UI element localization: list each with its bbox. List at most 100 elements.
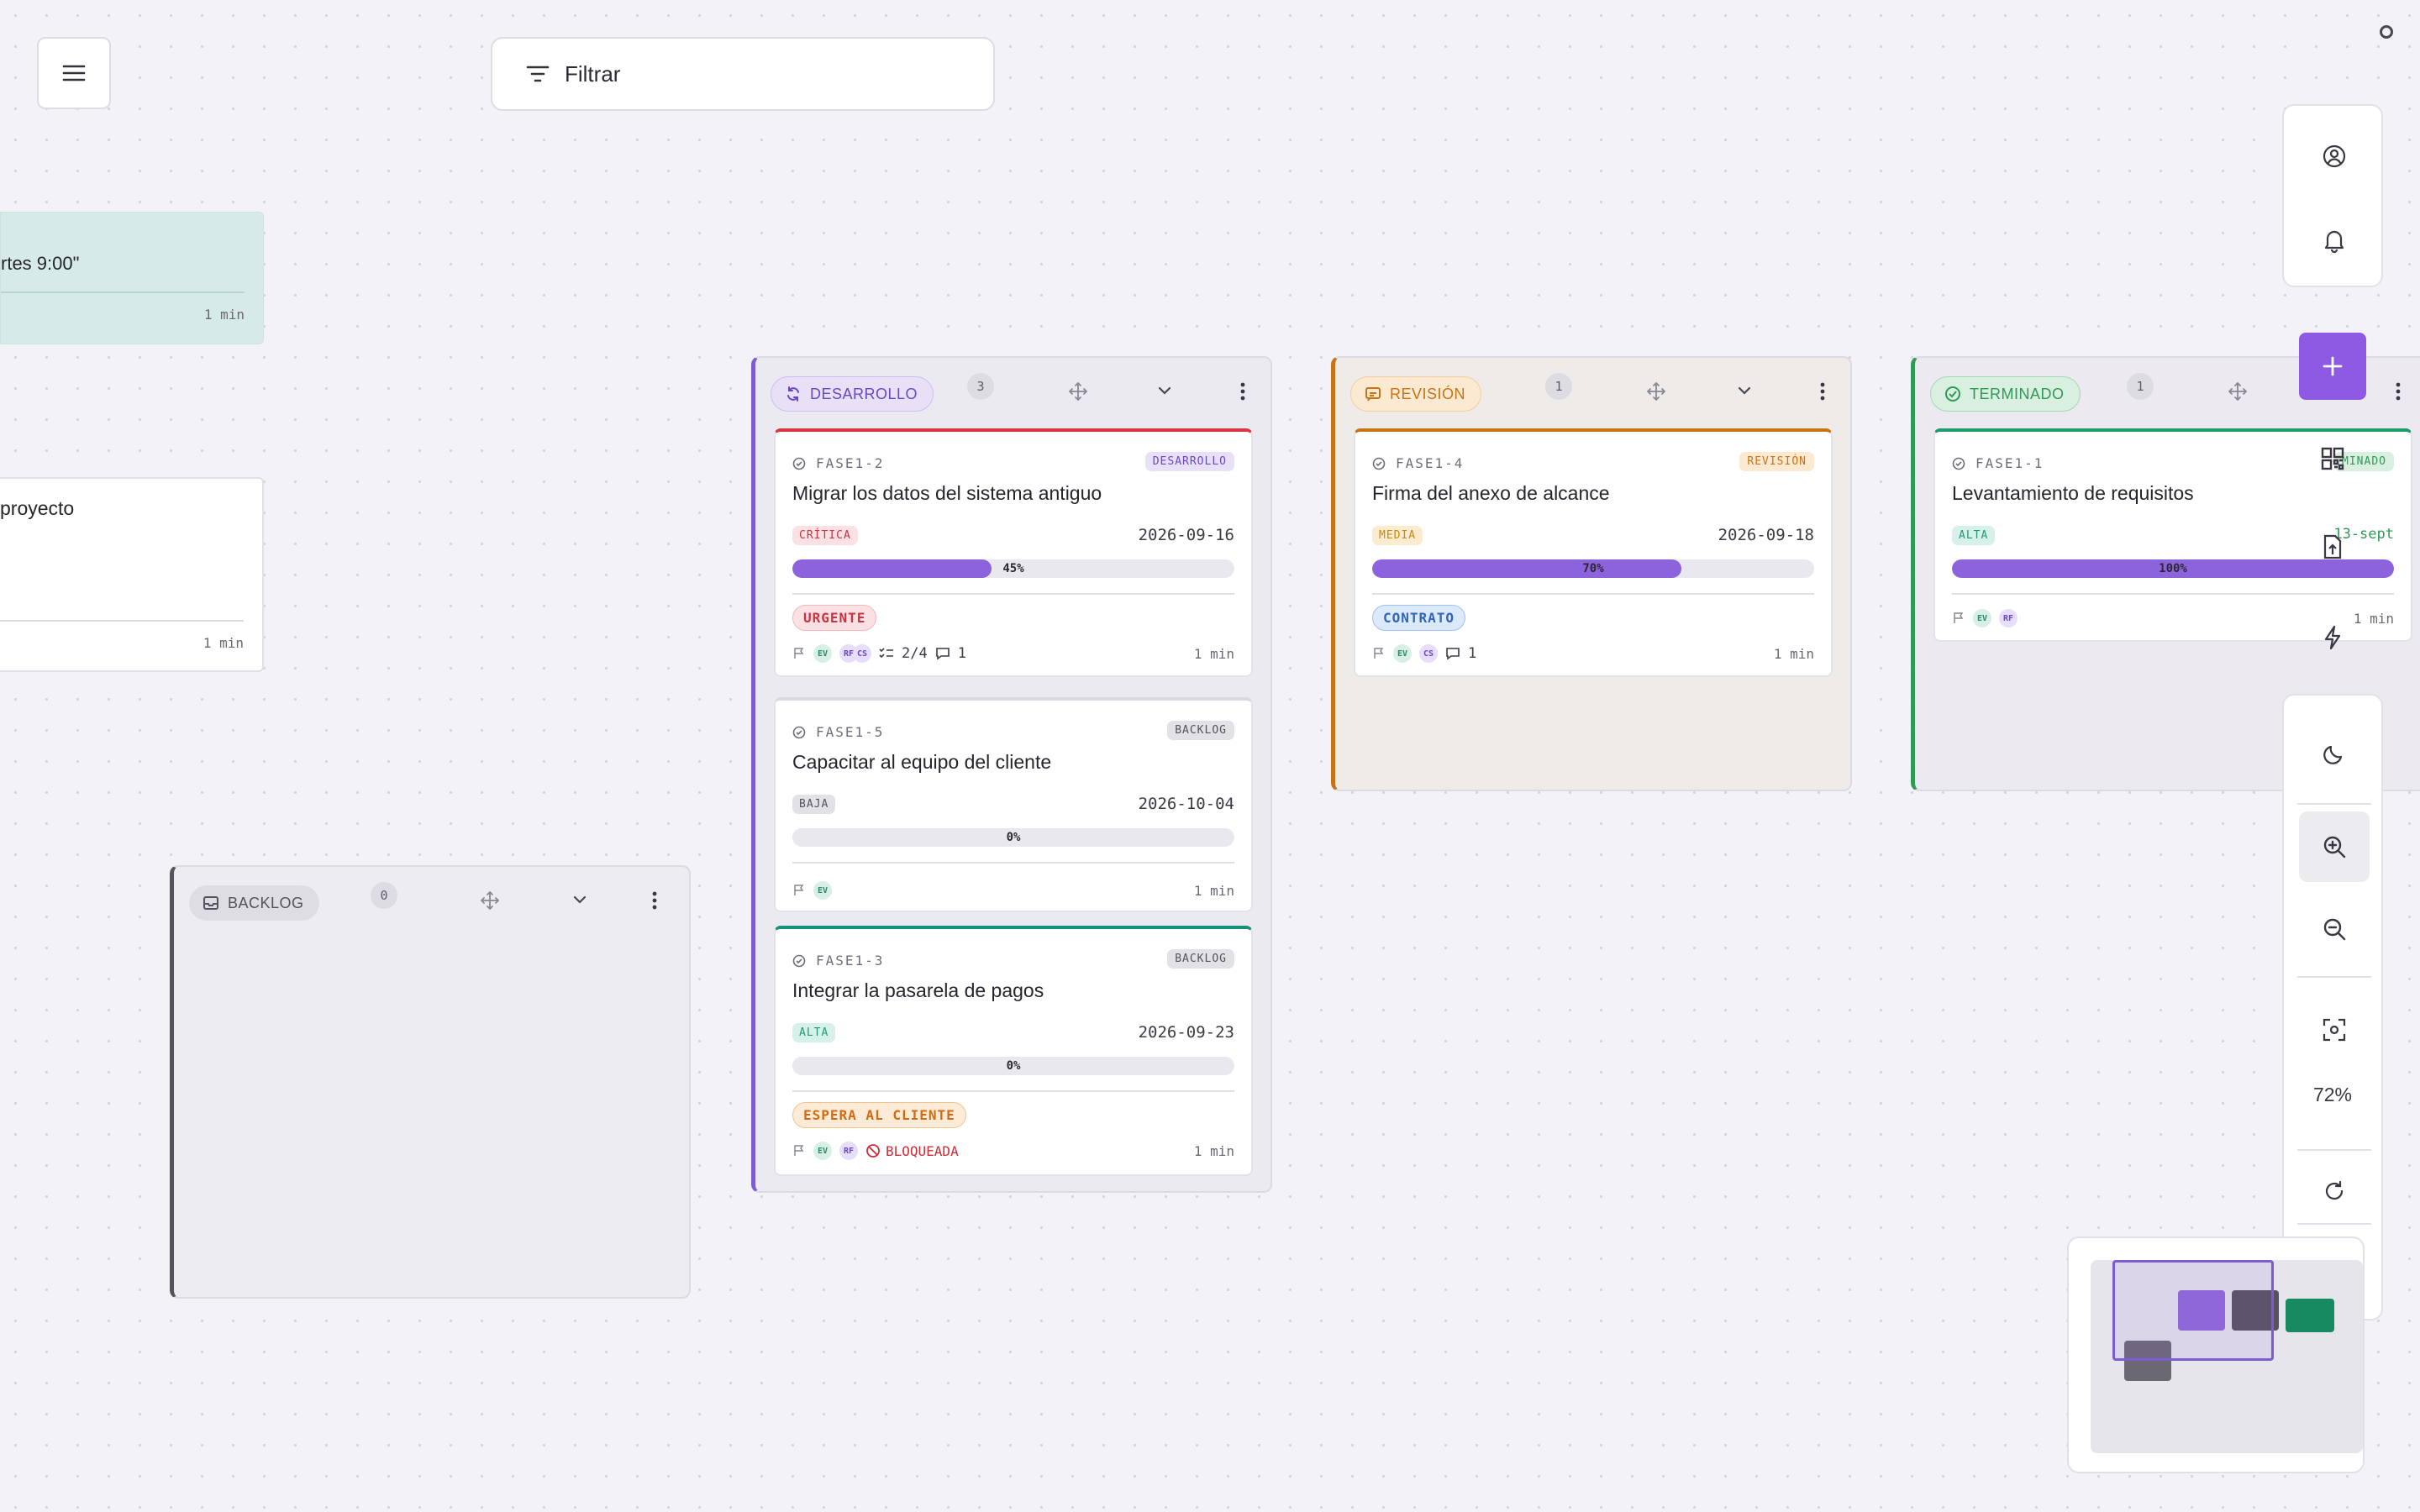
doc-time: 1 min xyxy=(203,635,244,651)
column-badge-backlog: BACKLOG xyxy=(189,885,319,921)
file-upload-icon[interactable] xyxy=(2323,534,2343,559)
zoom-out-button[interactable] xyxy=(2299,894,2370,964)
card-time: 1 min xyxy=(1193,1142,1234,1159)
column-label: BACKLOG xyxy=(228,894,304,911)
more-vertical-icon[interactable] xyxy=(650,890,660,911)
move-icon[interactable] xyxy=(1068,381,1088,402)
column-backlog: BACKLOG 0 xyxy=(170,865,691,1299)
flag-icon xyxy=(794,1145,804,1156)
card-title: Integrar la pasarela de pagos xyxy=(792,979,1044,1001)
move-icon[interactable] xyxy=(2228,381,2248,402)
flag-icon xyxy=(794,648,804,659)
move-icon[interactable] xyxy=(480,890,500,911)
progress-bar: 0% xyxy=(792,828,1234,847)
column-label: REVISIÓN xyxy=(1390,385,1466,402)
zoom-in-icon xyxy=(2323,836,2346,858)
toolbar-divider xyxy=(2297,976,2371,978)
chevron-down-icon[interactable] xyxy=(1735,381,1754,400)
due-date: 2026-10-04 xyxy=(1138,795,1234,813)
check-circle-icon xyxy=(1372,457,1386,470)
qr-icon[interactable] xyxy=(2321,447,2344,470)
task-card[interactable]: FASE1-5 BACKLOG Capacitar al equipo del … xyxy=(774,697,1253,912)
plus-icon xyxy=(2323,356,2343,376)
card-id: FASE1-4 xyxy=(1372,455,1464,471)
card-title: Capacitar al equipo del cliente xyxy=(792,751,1052,773)
avatar: EV xyxy=(813,1142,832,1160)
more-vertical-icon[interactable] xyxy=(2393,381,2403,402)
bell-icon xyxy=(2324,230,2344,253)
progress-bar: 45% xyxy=(792,559,1234,578)
zoom-in-button[interactable] xyxy=(2299,811,2370,882)
card-footer: EV CS 1 1 min xyxy=(1372,642,1814,665)
note-time: 1 min xyxy=(203,307,245,323)
more-vertical-icon[interactable] xyxy=(1238,381,1248,402)
move-icon[interactable] xyxy=(1646,381,1666,402)
check-circle-icon xyxy=(792,457,806,470)
checklist-icon xyxy=(879,648,893,659)
profile-button[interactable] xyxy=(2299,121,2370,192)
card-label: URGENTE xyxy=(792,605,877,631)
progress-label: 0% xyxy=(1006,831,1021,844)
card-label: ESPERA AL CLIENTE xyxy=(792,1102,966,1128)
column-label: TERMINADO xyxy=(1970,385,2065,402)
checklist-count: 2/4 xyxy=(902,645,928,662)
notifications-button[interactable] xyxy=(2299,205,2370,276)
progress-label: 45% xyxy=(1002,562,1024,575)
note-text: rtes 9:00" xyxy=(1,253,80,274)
due-date: 2026-09-16 xyxy=(1138,526,1234,544)
status-badge: DESARROLLO xyxy=(1144,452,1234,471)
zoom-out-icon xyxy=(2323,918,2346,941)
avatar: EV xyxy=(1973,609,1991,627)
avatar: EV xyxy=(813,644,832,663)
task-card[interactable]: FASE1-4 REVISIÓN Firma del anexo de alca… xyxy=(1354,428,1833,677)
reset-view-button[interactable] xyxy=(2299,1156,2370,1226)
dark-mode-toggle[interactable] xyxy=(2299,719,2370,790)
note-divider xyxy=(1,291,245,293)
priority-badge: ALTA xyxy=(1952,526,1996,545)
chevron-down-icon[interactable] xyxy=(1155,381,1174,400)
minimap-viewport[interactable] xyxy=(2112,1260,2274,1361)
doc-text: proyecto xyxy=(0,497,75,519)
column-revision: REVISIÓN 1 FASE1-4 REVISIÓN Firma del an… xyxy=(1331,356,1852,791)
card-divider xyxy=(792,1090,1234,1092)
filter-button[interactable]: Filtrar xyxy=(491,37,995,111)
card-time: 1 min xyxy=(1773,645,1814,662)
minimap-canvas xyxy=(2091,1260,2363,1453)
task-card[interactable]: FASE1-3 BACKLOG Integrar la pasarela de … xyxy=(774,926,1253,1176)
sync-icon xyxy=(787,386,799,402)
priority-badge: CRÍTICA xyxy=(792,526,858,545)
doc-card[interactable]: proyecto 1 min xyxy=(0,477,264,672)
check-circle-icon xyxy=(792,954,806,967)
flag-icon xyxy=(794,885,804,895)
avatar: RF xyxy=(839,1142,858,1160)
card-divider xyxy=(792,862,1234,864)
doc-divider xyxy=(0,620,244,622)
card-id-text: FASE1-5 xyxy=(816,724,885,740)
check-circle-icon xyxy=(1952,457,1965,470)
column-badge-desarrollo: DESARROLLO xyxy=(771,376,934,412)
due-date: 13-sept xyxy=(2333,526,2394,543)
card-label: CONTRATO xyxy=(1372,605,1466,631)
menu-button[interactable] xyxy=(37,37,111,109)
more-vertical-icon[interactable] xyxy=(1818,381,1828,402)
filter-icon xyxy=(526,66,550,82)
lightning-icon[interactable] xyxy=(2323,625,2343,650)
review-icon xyxy=(1365,387,1381,402)
due-date: 2026-09-23 xyxy=(1138,1023,1234,1042)
blocked-label: BLOQUEADA xyxy=(886,1142,959,1159)
due-date: 2026-09-18 xyxy=(1718,526,1814,544)
chevron-down-icon[interactable] xyxy=(571,890,589,909)
add-button[interactable] xyxy=(2299,333,2366,400)
avatar: EV xyxy=(1393,644,1412,663)
column-badge-terminado: TERMINADO xyxy=(1930,376,2081,412)
card-footer: EV RF BLOQUEADA 1 min xyxy=(792,1139,1234,1163)
toolbar-divider xyxy=(2297,1149,2371,1151)
fit-screen-button[interactable] xyxy=(2299,995,2370,1065)
status-badge: BACKLOG xyxy=(1167,721,1234,740)
card-id-text: FASE1-3 xyxy=(816,953,885,969)
task-card[interactable]: FASE1-2 DESARROLLO Migrar los datos del … xyxy=(774,428,1253,677)
note-card[interactable]: rtes 9:00" 1 min xyxy=(0,212,264,344)
minimap[interactable] xyxy=(2067,1236,2365,1473)
comment-icon xyxy=(935,648,950,660)
progress-bar: 0% xyxy=(792,1057,1234,1075)
